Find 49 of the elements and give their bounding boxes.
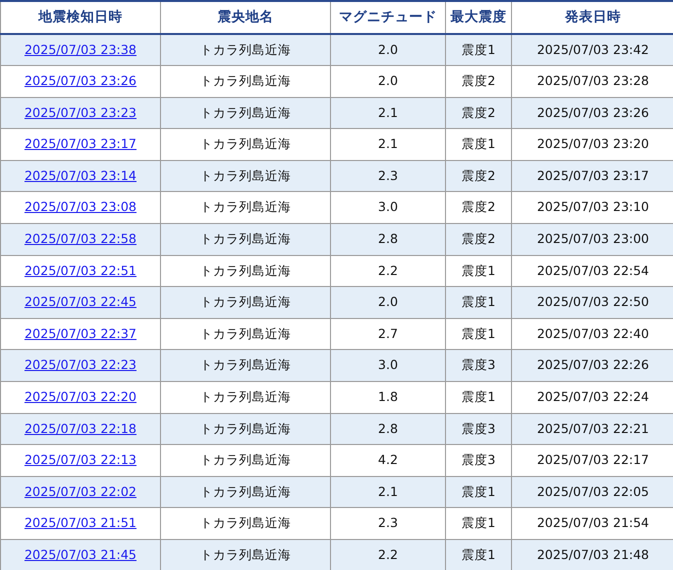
epicenter-cell: トカラ列島近海 [160, 66, 330, 98]
intensity-cell: 震度1 [446, 128, 512, 160]
intensity-cell: 震度3 [446, 413, 512, 445]
epicenter-cell: トカラ列島近海 [160, 382, 330, 414]
issued-time-cell: 2025/07/03 23:00 [512, 224, 673, 256]
epicenter-cell: トカラ列島近海 [160, 444, 330, 476]
epicenter-cell: トカラ列島近海 [160, 350, 330, 382]
magnitude-cell: 2.2 [330, 540, 446, 570]
magnitude-cell: 2.1 [330, 476, 446, 508]
epicenter-cell: トカラ列島近海 [160, 413, 330, 445]
intensity-cell: 震度1 [446, 540, 512, 570]
issued-time-cell: 2025/07/03 22:21 [512, 413, 673, 445]
magnitude-cell: 2.8 [330, 413, 446, 445]
epicenter-cell: トカラ列島近海 [160, 476, 330, 508]
magnitude-cell: 2.8 [330, 224, 446, 256]
intensity-cell: 震度2 [446, 66, 512, 98]
issued-time-cell: 2025/07/03 21:48 [512, 540, 673, 570]
issued-time-cell: 2025/07/03 22:05 [512, 476, 673, 508]
magnitude-cell: 2.0 [330, 34, 446, 66]
issued-time-cell: 2025/07/03 23:42 [512, 34, 673, 66]
magnitude-cell: 1.8 [330, 382, 446, 414]
epicenter-cell: トカラ列島近海 [160, 286, 330, 318]
epicenter-cell: トカラ列島近海 [160, 97, 330, 129]
column-header: 地震検知日時 [0, 1, 160, 34]
magnitude-cell: 2.1 [330, 97, 446, 129]
intensity-cell: 震度1 [446, 286, 512, 318]
magnitude-cell: 2.0 [330, 66, 446, 98]
issued-time-cell: 2025/07/03 22:50 [512, 286, 673, 318]
epicenter-cell: トカラ列島近海 [160, 224, 330, 256]
magnitude-cell: 2.3 [330, 160, 446, 192]
epicenter-cell: トカラ列島近海 [160, 128, 330, 160]
magnitude-cell: 3.0 [330, 350, 446, 382]
intensity-cell: 震度1 [446, 34, 512, 66]
intensity-cell: 震度1 [446, 476, 512, 508]
intensity-cell: 震度3 [446, 350, 512, 382]
intensity-cell: 震度3 [446, 444, 512, 476]
intensity-cell: 震度2 [446, 97, 512, 129]
magnitude-cell: 2.0 [330, 286, 446, 318]
epicenter-cell: トカラ列島近海 [160, 34, 330, 66]
intensity-cell: 震度2 [446, 224, 512, 256]
magnitude-cell: 4.2 [330, 444, 446, 476]
epicenter-cell: トカラ列島近海 [160, 160, 330, 192]
intensity-cell: 震度1 [446, 382, 512, 414]
magnitude-cell: 2.1 [330, 128, 446, 160]
issued-time-cell: 2025/07/03 23:26 [512, 97, 673, 129]
epicenter-cell: トカラ列島近海 [160, 540, 330, 570]
issued-time-cell: 2025/07/03 23:17 [512, 160, 673, 192]
issued-time-cell: 2025/07/03 22:26 [512, 350, 673, 382]
intensity-cell: 震度2 [446, 160, 512, 192]
